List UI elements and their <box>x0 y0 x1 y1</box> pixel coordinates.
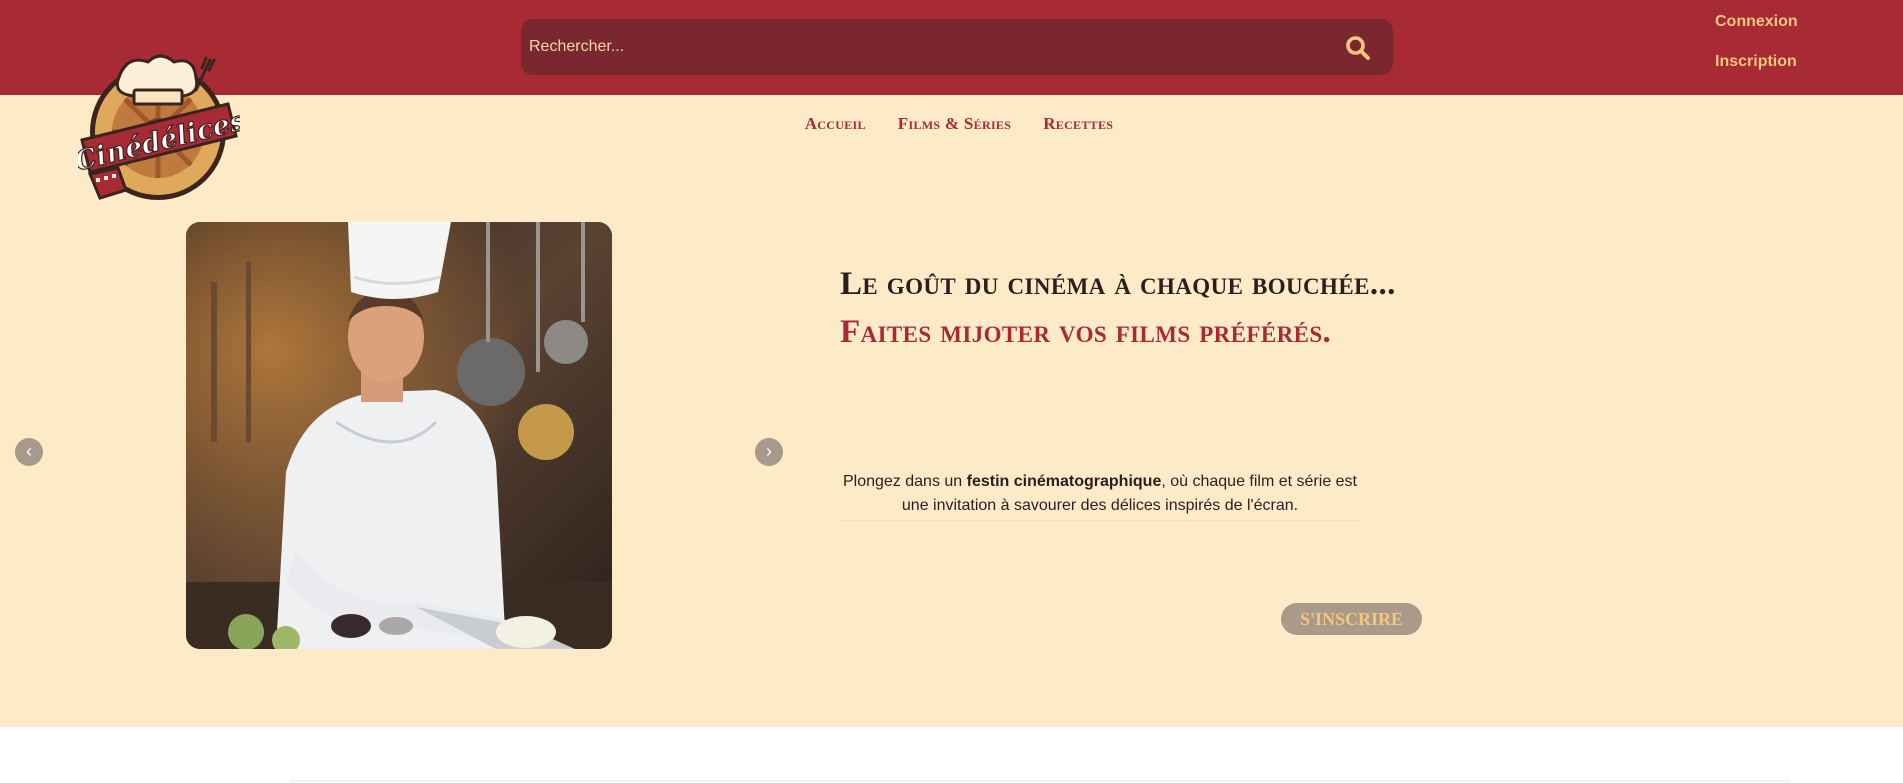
login-link[interactable]: Connexion <box>1715 13 1798 31</box>
nav-item-films-series[interactable]: Films & Séries <box>898 114 1011 134</box>
carousel-prev-button[interactable]: ‹ <box>15 438 43 466</box>
top-header: Connexion Inscription <box>0 0 1903 95</box>
description-divider <box>840 520 1360 521</box>
carousel-next-button[interactable]: › <box>755 438 783 466</box>
chevron-right-icon: › <box>766 441 772 461</box>
main-navbar: Accueil Films & Séries Recettes <box>0 95 1903 152</box>
signup-link[interactable]: Inscription <box>1715 53 1797 71</box>
carousel-dot-2[interactable] <box>379 617 413 635</box>
hero-section: ‹ › Le goût du cinéma à chaque bouchée..… <box>0 152 1903 727</box>
carousel-slide-image <box>186 222 612 649</box>
nav-item-accueil[interactable]: Accueil <box>805 114 866 134</box>
chevron-left-icon: ‹ <box>26 441 32 461</box>
nav-item-recettes[interactable]: Recettes <box>1043 114 1113 134</box>
hero-description-before: Plongez dans un <box>842 473 967 490</box>
search-button[interactable] <box>1343 33 1373 63</box>
chef-photo <box>186 222 612 649</box>
section-divider <box>290 780 1790 782</box>
search-bar <box>521 19 1393 75</box>
hero-headline-line-2: Faites mijoter vos films préférés. <box>840 314 1332 350</box>
site-logo[interactable]: Cinédélices <box>71 50 249 205</box>
hero-headline-line-1: Le goût du cinéma à chaque bouchée... <box>840 266 1396 302</box>
search-icon <box>1346 36 1370 60</box>
carousel-dot-1[interactable] <box>331 614 371 638</box>
nav-menu: Accueil Films & Séries Recettes <box>0 95 1903 152</box>
signup-cta-button[interactable]: S'INSCRIRE <box>1281 603 1422 635</box>
hero-description-bold: festin cinématographique <box>966 473 1162 490</box>
logo-emblem: Cinédélices <box>71 54 249 200</box>
hero-description: Plongez dans un festin cinématographique… <box>840 470 1360 518</box>
hero-headline: Le goût du cinéma à chaque bouchée... Fa… <box>840 260 1396 356</box>
search-input[interactable] <box>529 19 1319 75</box>
